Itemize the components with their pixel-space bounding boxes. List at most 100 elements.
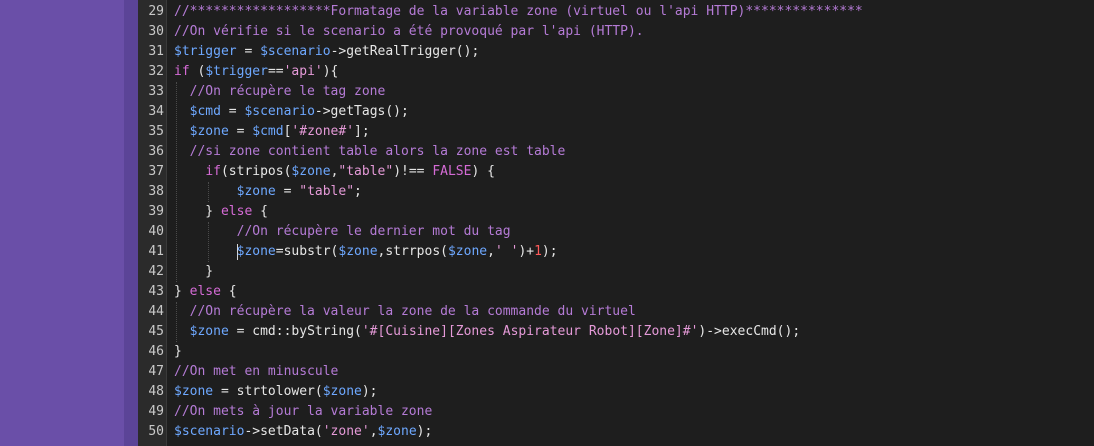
code-token: "table" bbox=[338, 164, 394, 179]
code-content[interactable]: //On récupère le tag zone bbox=[174, 82, 386, 102]
code-content[interactable]: //si zone contient table alors la zone e… bbox=[174, 142, 566, 162]
code-content[interactable]: //******************Formatage de la vari… bbox=[174, 2, 863, 22]
code-content[interactable]: $cmd = $scenario->getTags(); bbox=[174, 102, 409, 122]
code-content[interactable]: $zone=substr($zone,strrpos($zone,' ')+1)… bbox=[174, 242, 558, 262]
code-line[interactable]: 31 $trigger = $scenario->getRealTrigger()… bbox=[138, 42, 1094, 62]
code-line[interactable]: 50 $scenario->setData('zone',$zone); bbox=[138, 422, 1094, 442]
code-line[interactable]: 44 //On récupère la valeur la zone de la… bbox=[138, 302, 1094, 322]
code-line[interactable]: 41 $zone=substr($zone,strrpos($zone,' ')… bbox=[138, 242, 1094, 262]
code-token: $zone bbox=[236, 184, 276, 199]
code-content[interactable]: //On récupère la valeur la zone de la co… bbox=[174, 302, 636, 322]
line-number: 38 bbox=[148, 184, 164, 199]
code-line[interactable]: 40 //On récupère le dernier mot du tag bbox=[138, 222, 1094, 242]
indent-guide bbox=[176, 302, 177, 342]
line-number: 44 bbox=[148, 304, 164, 319]
code-content[interactable]: if(stripos($zone,"table")!== FALSE) { bbox=[174, 162, 495, 182]
code-line[interactable]: 45 $zone = cmd::byString('#[Cuisine][Zon… bbox=[138, 322, 1094, 342]
code-content[interactable]: $zone = "table"; bbox=[174, 182, 362, 202]
code-token: ,strrpos( bbox=[377, 244, 448, 259]
code-token: ); bbox=[416, 424, 433, 439]
code-line[interactable]: 49 //On mets à jour la variable zone bbox=[138, 402, 1094, 422]
code-token: $zone bbox=[189, 324, 229, 339]
line-number: 35 bbox=[148, 124, 164, 139]
code-token: $zone bbox=[447, 244, 488, 259]
code-content[interactable]: //On récupère le dernier mot du tag bbox=[174, 222, 511, 242]
app-window: 29 //******************Formatage de la va… bbox=[0, 0, 1094, 446]
code-token: )->execCmd(); bbox=[698, 324, 801, 339]
code-token: 'api' bbox=[283, 64, 323, 79]
code-token: ); bbox=[361, 384, 378, 399]
code-line[interactable]: 29 //******************Formatage de la va… bbox=[138, 2, 1094, 22]
code-content[interactable]: } else { bbox=[174, 282, 237, 302]
code-token: ; bbox=[354, 184, 362, 199]
code-token: $zone bbox=[236, 244, 276, 259]
code-token: )!== bbox=[393, 164, 433, 179]
code-content[interactable]: } bbox=[174, 262, 213, 282]
code-line[interactable]: 42 } bbox=[138, 262, 1094, 282]
code-token: $scenario bbox=[260, 44, 331, 59]
code-token: $zone bbox=[174, 384, 214, 399]
code-content[interactable]: $scenario->setData('zone',$zone); bbox=[174, 422, 432, 442]
code-token: $scenario bbox=[244, 104, 315, 119]
line-number: 46 bbox=[148, 344, 164, 359]
code-token: =substr( bbox=[275, 244, 339, 259]
code-line[interactable]: 32 if ($trigger=='api'){ bbox=[138, 62, 1094, 82]
code-token: , bbox=[369, 424, 378, 439]
code-content[interactable]: //On vérifie si le scenario a été provoq… bbox=[174, 22, 644, 42]
code-line[interactable]: 34 $cmd = $scenario->getTags(); bbox=[138, 102, 1094, 122]
code-line[interactable]: 33 //On récupère le tag zone bbox=[138, 82, 1094, 102]
code-token: == bbox=[267, 64, 284, 79]
code-token: ' ' bbox=[494, 244, 519, 259]
code-token: 'zone' bbox=[322, 424, 370, 439]
code-token: //******************Formatage de la vari… bbox=[174, 4, 863, 19]
code-line[interactable]: 39 } else { bbox=[138, 202, 1094, 222]
code-token: = bbox=[275, 184, 300, 199]
code-token: //si zone contient table alors la zone e… bbox=[189, 144, 566, 159]
indent-guide bbox=[176, 82, 177, 282]
code-token: $trigger bbox=[205, 64, 268, 79]
code-line[interactable]: 48 $zone = strtolower($zone); bbox=[138, 382, 1094, 402]
code-token: $cmd bbox=[252, 124, 284, 139]
line-number: 50 bbox=[148, 424, 164, 439]
code-token: = cmd::byString( bbox=[228, 324, 362, 339]
code-line[interactable]: 36 //si zone contient table alors la zon… bbox=[138, 142, 1094, 162]
code-token: ->setData( bbox=[244, 424, 323, 439]
line-number: 37 bbox=[148, 164, 164, 179]
code-token: } bbox=[174, 344, 182, 359]
code-content[interactable]: $trigger = $scenario->getRealTrigger(); bbox=[174, 42, 479, 62]
code-content[interactable]: } bbox=[174, 342, 182, 362]
code-token: '#[Cuisine][Zones Aspirateur Robot][Zone… bbox=[361, 324, 699, 339]
code-content[interactable]: //On met en minuscule bbox=[174, 362, 338, 382]
code-content[interactable]: $zone = strtolower($zone); bbox=[174, 382, 378, 402]
code-token: = bbox=[228, 124, 253, 139]
code-line[interactable]: 46} bbox=[138, 342, 1094, 362]
code-content[interactable]: //On mets à jour la variable zone bbox=[174, 402, 432, 422]
code-content[interactable]: $zone = cmd::byString('#[Cuisine][Zones … bbox=[174, 322, 801, 342]
code-line[interactable]: 47 //On met en minuscule bbox=[138, 362, 1094, 382]
line-number: 43 bbox=[148, 284, 164, 299]
code-token: else bbox=[220, 204, 253, 219]
code-token: //On met en minuscule bbox=[174, 364, 339, 379]
code-token: , bbox=[487, 244, 495, 259]
code-token: //On récupère la valeur la zone de la co… bbox=[189, 304, 636, 319]
code-content[interactable]: if ($trigger=='api'){ bbox=[174, 62, 338, 82]
line-number: 33 bbox=[148, 84, 164, 99]
code-token: $cmd bbox=[189, 104, 221, 119]
indent-guide bbox=[208, 182, 209, 202]
code-line[interactable]: 38 $zone = "table"; bbox=[138, 182, 1094, 202]
code-token: FALSE bbox=[432, 164, 472, 179]
code-content[interactable]: } else { bbox=[174, 202, 268, 222]
sidebar-edge bbox=[124, 0, 138, 446]
code-token: "table" bbox=[299, 184, 355, 199]
code-editor[interactable]: 29 //******************Formatage de la va… bbox=[138, 0, 1094, 446]
code-content[interactable]: $zone = $cmd['#zone#']; bbox=[174, 122, 370, 142]
code-token: $trigger bbox=[174, 44, 237, 59]
code-line[interactable]: 30 //On vérifie si le scenario a été prov… bbox=[138, 22, 1094, 42]
code-line[interactable]: 37 if(stripos($zone,"table")!== FALSE) { bbox=[138, 162, 1094, 182]
code-token: '#zone#' bbox=[291, 124, 355, 139]
left-sidebar-panel bbox=[0, 0, 124, 446]
code-line[interactable]: 43 } else { bbox=[138, 282, 1094, 302]
code-token: $zone bbox=[291, 164, 331, 179]
code-line[interactable]: 35 $zone = $cmd['#zone#']; bbox=[138, 122, 1094, 142]
